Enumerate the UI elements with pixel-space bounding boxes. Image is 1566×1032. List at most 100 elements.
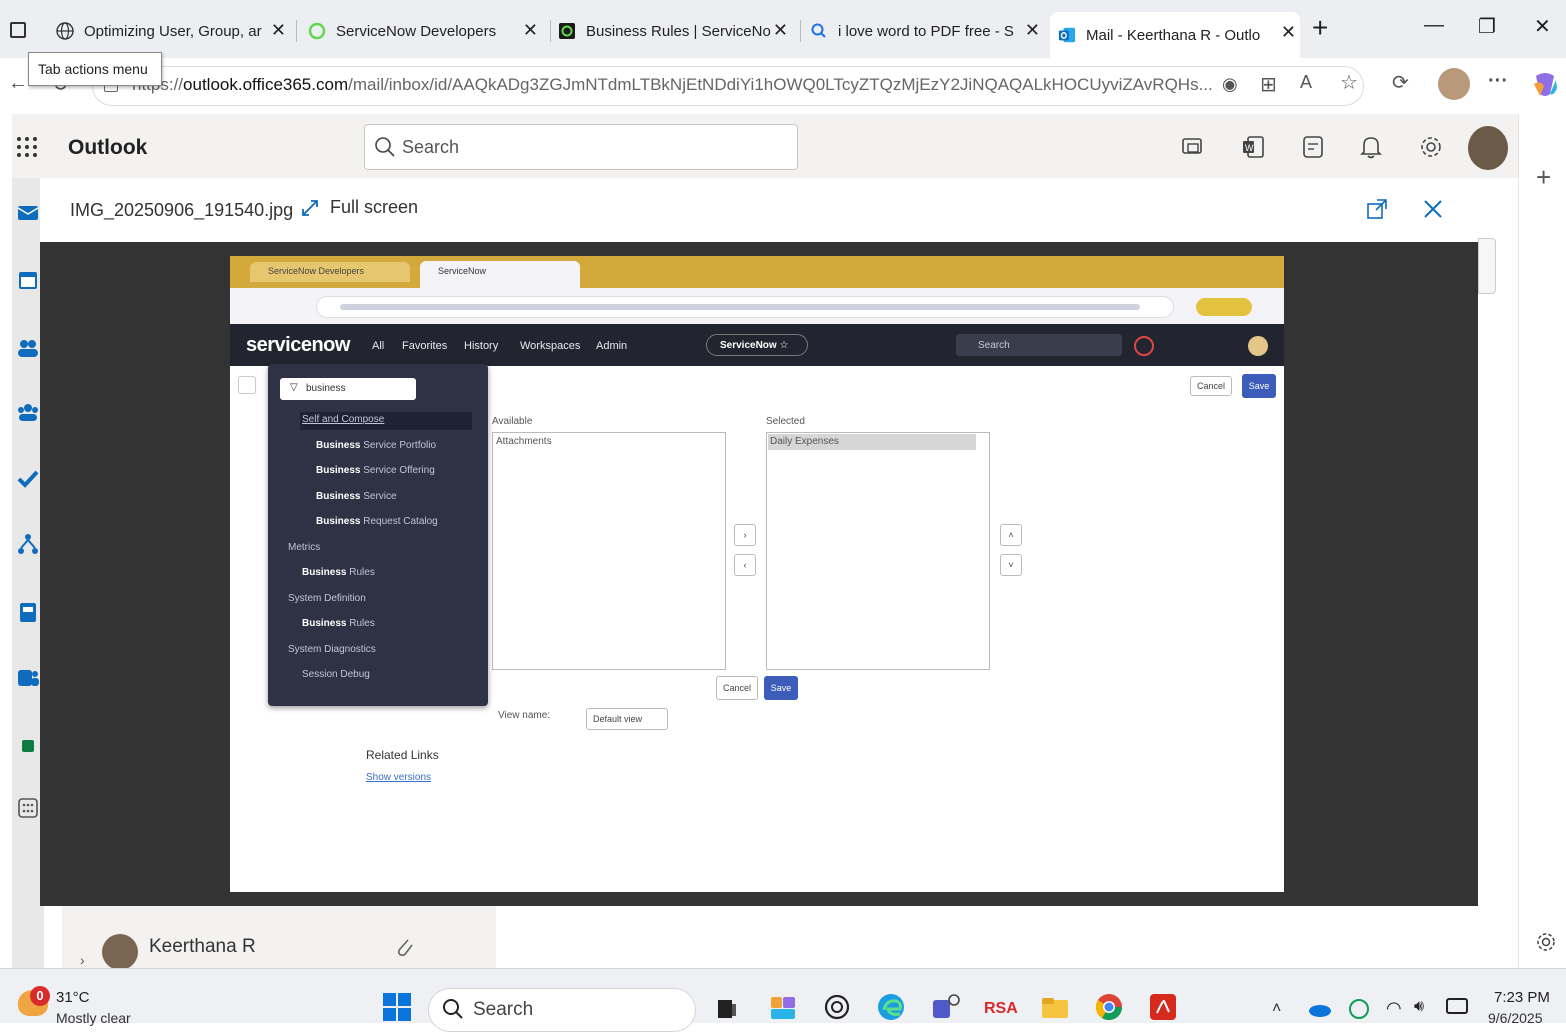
photo-menu-item: Business Request Catalog bbox=[316, 516, 438, 527]
open-in-new-window-icon[interactable] bbox=[1366, 198, 1388, 220]
groups-icon[interactable] bbox=[16, 400, 40, 424]
edge-browser-icon[interactable] bbox=[876, 992, 906, 1022]
photo-nav-item: Admin bbox=[596, 340, 628, 352]
photo-available-list bbox=[492, 432, 726, 670]
weather-badge: 0 bbox=[30, 986, 50, 1006]
weather-description[interactable]: Mostly clear bbox=[56, 1010, 131, 1026]
file-explorer-icon[interactable] bbox=[1040, 992, 1070, 1022]
photo-move-left-button: ‹ bbox=[734, 554, 756, 576]
attachment-filename: IMG_20250906_191540.jpg bbox=[70, 200, 294, 220]
close-tab-icon[interactable]: ✕ bbox=[1281, 22, 1296, 43]
weather-temperature[interactable]: 31°C bbox=[56, 989, 90, 1006]
tab-optimizing-user-group[interactable]: Optimizing User, Group, ar ✕ bbox=[56, 14, 290, 48]
favorite-star-icon[interactable]: ☆ bbox=[1340, 70, 1358, 95]
tab-business-rules[interactable]: Business Rules | ServiceNo ✕ bbox=[558, 14, 792, 48]
search-icon bbox=[374, 136, 396, 158]
clock-date[interactable]: 9/6/2025 bbox=[1488, 1010, 1543, 1026]
close-tab-icon[interactable]: ✕ bbox=[1025, 20, 1040, 41]
excel-icon[interactable] bbox=[16, 734, 40, 758]
profile-avatar[interactable] bbox=[1438, 68, 1470, 100]
expand-chevron-icon[interactable]: › bbox=[80, 952, 85, 968]
to-do-icon[interactable] bbox=[16, 466, 40, 490]
full-screen-button[interactable]: Full screen bbox=[300, 197, 418, 218]
photo-menu-item-text: System Diagnostics bbox=[288, 643, 376, 655]
photo-save-button-top: Save bbox=[1242, 374, 1276, 398]
acrobat-icon[interactable] bbox=[1148, 992, 1178, 1022]
taskbar-search-icon bbox=[442, 998, 464, 1020]
url-text[interactable]: https://outlook.office365.com/mail/inbox… bbox=[132, 75, 1212, 95]
photo-menu-item-text: Rules bbox=[346, 618, 375, 629]
battery-icon[interactable] bbox=[1446, 998, 1468, 1014]
teams-taskbar-icon[interactable] bbox=[930, 992, 960, 1022]
wifi-icon[interactable]: ◠ bbox=[1386, 998, 1402, 1019]
word-icon[interactable]: W bbox=[1240, 134, 1266, 160]
tray-app-icon[interactable] bbox=[1348, 998, 1370, 1020]
files-icon[interactable] bbox=[16, 600, 40, 624]
photo-menu-item-bold: Business bbox=[316, 465, 361, 476]
settings-gear-icon[interactable] bbox=[1418, 134, 1444, 160]
tab-i-love-word-to-pdf[interactable]: i love word to PDF free - S ✕ bbox=[810, 14, 1044, 48]
taskbar-search-box[interactable] bbox=[428, 988, 696, 1032]
servicenow-icon bbox=[308, 22, 326, 40]
more-options-icon[interactable]: ··· bbox=[1488, 70, 1508, 93]
rsa-app-icon[interactable]: RSA bbox=[984, 1000, 1018, 1018]
org-explorer-icon[interactable] bbox=[16, 532, 40, 556]
copilot-icon[interactable] bbox=[1530, 70, 1560, 100]
attachment-image[interactable]: ServiceNow Developers ServiceNow service… bbox=[230, 256, 1284, 892]
task-view-icon[interactable] bbox=[712, 992, 742, 1022]
close-tab-icon[interactable]: ✕ bbox=[271, 20, 286, 41]
back-icon[interactable]: ← bbox=[8, 72, 28, 95]
teams-icon[interactable] bbox=[16, 666, 40, 690]
photo-move-down-button: ˅ bbox=[1000, 554, 1022, 576]
taskbar-search-placeholder: Search bbox=[473, 999, 534, 1020]
widgets-icon[interactable] bbox=[768, 992, 798, 1022]
close-viewer-icon[interactable] bbox=[1422, 198, 1444, 220]
volume-icon[interactable]: 🔊︎ bbox=[1414, 998, 1424, 1016]
minimize-window-button[interactable]: — bbox=[1424, 14, 1444, 37]
people-icon[interactable] bbox=[16, 336, 40, 360]
split-screen-icon[interactable]: ⊞ bbox=[1260, 72, 1277, 97]
notifications-bell-icon[interactable] bbox=[1358, 134, 1384, 160]
chatgpt-icon[interactable] bbox=[822, 992, 852, 1022]
photo-tab-title: ServiceNow Developers bbox=[268, 266, 365, 276]
meet-now-icon[interactable] bbox=[1180, 134, 1206, 160]
windows-start-icon[interactable] bbox=[382, 992, 412, 1022]
photo-menu-item-bold: Business bbox=[316, 490, 361, 502]
reading-pane-edge bbox=[1478, 238, 1496, 294]
tab-mail-outlook[interactable]: Mail - Keerthana R - Outlo ✕ bbox=[1050, 12, 1300, 58]
clock-time[interactable]: 7:23 PM bbox=[1494, 989, 1550, 1006]
new-tab-button[interactable]: + bbox=[1312, 12, 1328, 44]
photo-menu-item-text: Self and Compose bbox=[302, 414, 385, 425]
extensions-icon[interactable]: ⟳ bbox=[1392, 70, 1409, 95]
photo-move-up-button: ˄ bbox=[1000, 524, 1022, 546]
photo-tab-title: ServiceNow bbox=[438, 266, 487, 276]
read-aloud-icon[interactable]: A bbox=[1300, 72, 1312, 93]
add-sidebar-app-icon[interactable]: + bbox=[1536, 162, 1551, 193]
close-tab-icon[interactable]: ✕ bbox=[523, 20, 538, 41]
photo-menu-item: Metrics bbox=[288, 542, 320, 553]
close-tab-icon[interactable]: ✕ bbox=[773, 20, 788, 41]
tab-actions-icon[interactable] bbox=[10, 22, 26, 38]
onedrive-icon[interactable] bbox=[1308, 1000, 1332, 1018]
browser-tab-strip: Optimizing User, Group, ar ✕ ServiceNow … bbox=[0, 0, 1566, 58]
close-window-button[interactable]: ✕ bbox=[1534, 14, 1551, 39]
mail-icon[interactable] bbox=[16, 200, 40, 224]
my-day-icon[interactable] bbox=[1300, 134, 1326, 160]
calendar-icon[interactable] bbox=[16, 268, 40, 292]
app-launcher-icon[interactable] bbox=[16, 136, 38, 158]
tracking-prevention-icon[interactable]: ◉ bbox=[1222, 74, 1238, 95]
photo-show-versions-link: Show versions bbox=[366, 772, 432, 783]
restore-window-button[interactable]: ❐ bbox=[1478, 14, 1496, 39]
sidebar-settings-gear-icon[interactable] bbox=[1534, 930, 1558, 954]
tab-title: Mail - Keerthana R - Outlo bbox=[1086, 26, 1261, 44]
outlook-app-title[interactable]: Outlook bbox=[68, 136, 147, 160]
show-hidden-icons-chevron[interactable]: ˄ bbox=[1272, 1000, 1281, 1018]
photo-menu-item: Business Rules bbox=[302, 567, 375, 578]
user-avatar[interactable] bbox=[1468, 126, 1508, 170]
tab-servicenow-developers[interactable]: ServiceNow Developers ✕ bbox=[308, 14, 542, 48]
outlook-icon bbox=[1058, 26, 1076, 44]
tab-separator bbox=[550, 20, 551, 42]
photo-back-button bbox=[238, 376, 256, 394]
chrome-icon[interactable] bbox=[1094, 992, 1124, 1022]
more-apps-icon[interactable] bbox=[16, 796, 40, 820]
